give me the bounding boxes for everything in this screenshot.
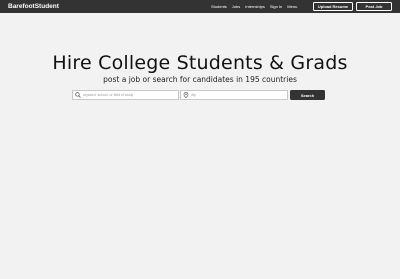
brand-logo[interactable]: BarefootStudent — [8, 0, 59, 13]
top-navbar: BarefootStudent Students Jobs Internship… — [0, 0, 400, 13]
nav-links: Students Jobs Internships Sign In Menu — [211, 0, 302, 13]
keyword-field[interactable] — [72, 90, 179, 100]
city-input[interactable] — [189, 91, 286, 99]
hero-subtitle: post a job or search for candidates in 1… — [103, 75, 297, 84]
location-pin-icon — [183, 92, 190, 99]
post-job-button[interactable]: Post Job — [356, 2, 392, 11]
search-bar: Search — [0, 90, 400, 101]
nav-link-menu[interactable]: Menu — [287, 0, 297, 13]
city-field[interactable] — [180, 90, 288, 100]
nav-link-jobs[interactable]: Jobs — [232, 0, 240, 13]
nav-link-sign-in[interactable]: Sign In — [270, 0, 282, 13]
upload-resume-button[interactable]: Upload Resume — [313, 2, 353, 11]
nav-link-internships[interactable]: Internships — [245, 0, 265, 13]
search-button[interactable]: Search — [290, 90, 325, 100]
hero-title: Hire College Students & Grads — [52, 52, 348, 74]
search-icon — [75, 92, 82, 99]
keyword-input[interactable] — [81, 91, 177, 99]
nav-link-students[interactable]: Students — [211, 0, 227, 13]
